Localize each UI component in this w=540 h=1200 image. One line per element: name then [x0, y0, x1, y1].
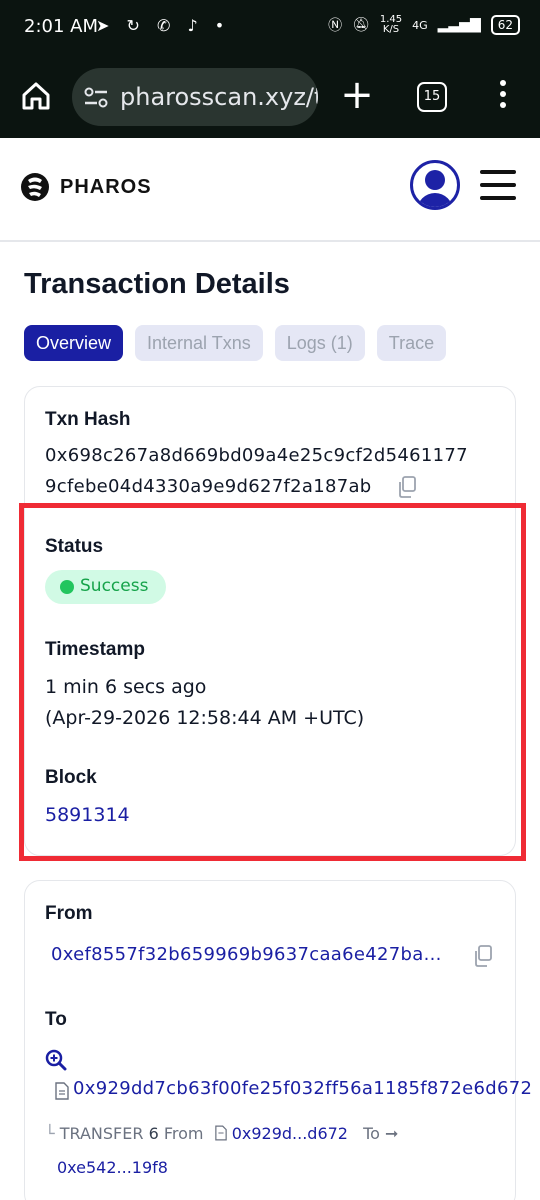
mute-icon: 🔕︎ [352, 17, 370, 33]
status-indicators: Ⓝ 🔕︎ 1.45 K/S 4G ▂▃▅▇ 62 [328, 15, 520, 35]
site-settings-icon[interactable] [84, 87, 108, 109]
pharos-logo-icon [21, 173, 49, 201]
contract-file-icon [55, 1082, 69, 1100]
site-header: PHAROS [0, 138, 540, 242]
nfc-icon: Ⓝ [328, 18, 343, 34]
highlight-box [19, 503, 526, 861]
txn-hash-label: Txn Hash [45, 409, 131, 430]
network-type: 4G [412, 18, 428, 32]
transfer-to-label: To ➞ [363, 1124, 399, 1143]
transfer-branch-icon: └ [45, 1124, 55, 1143]
token-transfer-row: └ TRANSFER 6 From 0x929d...d672 To ➞ [45, 1124, 398, 1143]
txn-hash-line-2[interactable]: 9cfebe04d4330a9e9d627f2a187ab [45, 476, 372, 497]
clock: 2:01 AM [24, 16, 98, 37]
site-logo[interactable]: PHAROS [20, 170, 152, 204]
home-icon[interactable] [20, 80, 52, 112]
tab-internal-txns[interactable]: Internal Txns [135, 325, 263, 361]
new-tab-button[interactable]: + [340, 75, 374, 115]
hamburger-menu-icon[interactable] [480, 170, 516, 200]
copy-from-icon[interactable] [473, 945, 493, 967]
address-bar[interactable]: pharosscan.xyz/t [72, 68, 318, 126]
parties-card: From 0xef8557f32b659969b9637caa6e427ba..… [24, 880, 532, 1200]
detail-tabs: Overview Internal Txns Logs (1) Trace [24, 325, 447, 361]
txn-hash-line-1[interactable]: 0x698c267a8d669bd09a4e25c9cf2d5461177 [45, 445, 468, 466]
transfer-contract-link[interactable]: 0x929d...d672 [232, 1124, 348, 1143]
to-label: To [45, 1009, 67, 1030]
system-status-bar: 2:01 AM ➤ ↻ ✆ ♪ • Ⓝ 🔕︎ 1.45 K/S 4G ▂▃▅▇ … [0, 0, 540, 56]
copy-hash-icon[interactable] [397, 476, 417, 498]
from-address-link[interactable]: 0xef8557f32b659969b9637caa6e427ba... [51, 944, 442, 965]
brand-name: PHAROS [60, 175, 152, 198]
to-address-link[interactable]: 0x929dd7cb63f00fe25f032ff56a1185f872e6d6… [73, 1078, 532, 1099]
transfer-contract-icon [214, 1125, 227, 1141]
transfer-type: TRANSFER [59, 1124, 144, 1143]
notification-icons: ➤ ↻ ✆ ♪ • [96, 16, 231, 35]
signal-icon: ▂▃▅▇ [437, 17, 481, 33]
page-title: Transaction Details [24, 268, 290, 300]
tab-overview[interactable]: Overview [24, 325, 124, 361]
url-text[interactable]: pharosscan.xyz/t [120, 83, 318, 111]
tab-switcher-button[interactable]: 15 [417, 82, 447, 112]
browser-toolbar: pharosscan.xyz/t + 15 [0, 56, 540, 138]
speed-unit: K/S [382, 24, 400, 35]
zoom-in-icon[interactable] [45, 1049, 67, 1071]
transfer-to-link[interactable]: 0xe542...19f8 [57, 1158, 168, 1177]
tab-logs[interactable]: Logs (1) [274, 325, 365, 361]
tab-trace[interactable]: Trace [376, 325, 447, 361]
more-menu-icon[interactable] [496, 80, 510, 114]
transfer-from-label: From [163, 1124, 204, 1143]
account-avatar-icon[interactable] [410, 160, 460, 210]
battery-icon: 62 [490, 15, 520, 35]
from-label: From [45, 903, 93, 924]
transfer-count: 6 [148, 1124, 159, 1143]
network-speed: 1.45 K/S [380, 15, 402, 35]
